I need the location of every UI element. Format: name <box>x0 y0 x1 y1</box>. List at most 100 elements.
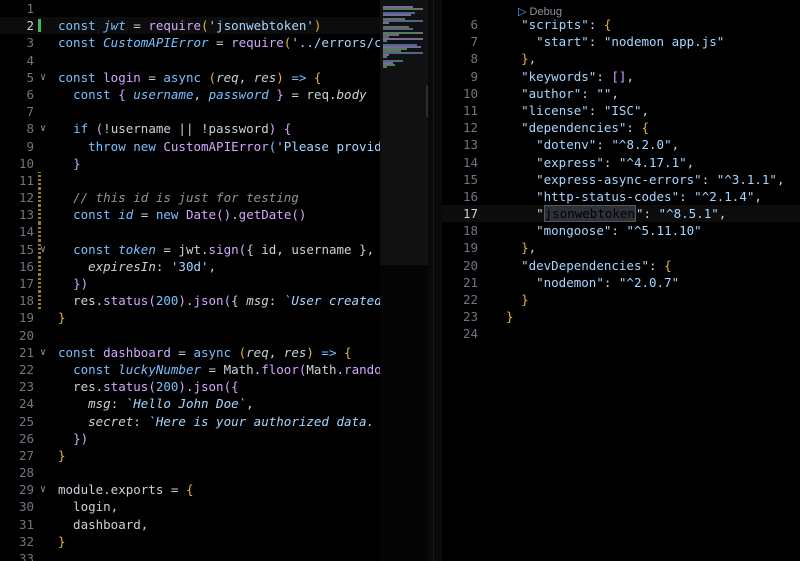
code-token: Math. <box>306 361 345 377</box>
code-token: ( <box>201 18 209 34</box>
code-token: ) <box>178 379 186 395</box>
code-line[interactable]: 14 "express": "^4.17.1", <box>442 154 800 171</box>
code-line[interactable]: 21 ∨ const dashboard = async (req, res) =>… <box>0 344 428 361</box>
code-token: "nodemon" <box>536 274 604 290</box>
code-line[interactable]: 32} <box>0 533 428 550</box>
code-line[interactable]: 27} <box>0 447 428 464</box>
code-line[interactable]: 18 "mongoose": "^5.11.10" <box>442 222 800 239</box>
code-line[interactable]: 30 login, <box>0 498 428 515</box>
code-line[interactable]: 14 <box>0 223 428 241</box>
fold-chevron-icon[interactable]: ∨ <box>40 344 46 361</box>
fold-chevron-icon[interactable]: ∨ <box>40 120 46 137</box>
line-number: 19 <box>18 310 34 326</box>
gutter-modified-marker <box>38 257 41 275</box>
code-line[interactable]: 8 }, <box>442 50 800 67</box>
left-code-area[interactable]: 1 2 const jwt = require('jsonwebtoken') 3 co… <box>0 0 428 561</box>
code-line[interactable]: 13 const id = new Date().getDate() <box>0 206 428 224</box>
code-token: CustomAPIError <box>163 138 269 154</box>
code-line[interactable]: 2 const jwt = require('jsonwebtoken') <box>0 17 428 35</box>
code-line[interactable]: 16 "http-status-codes": "^2.1.4", <box>442 188 800 205</box>
code-line[interactable]: 17 "jsonwebtoken": "^8.5.1", <box>442 205 800 223</box>
code-line[interactable]: 7 "start": "nodemon app.js" <box>442 33 800 50</box>
code-token: 'jsonwebtoken' <box>208 18 314 34</box>
code-line[interactable]: 13 "dotenv": "^8.2.0", <box>442 136 800 153</box>
code-line[interactable]: 28 <box>0 464 428 481</box>
code-token: ) <box>306 344 314 360</box>
code-line[interactable]: 15 "express-async-errors": "^3.1.1", <box>442 171 800 188</box>
line-number: 23 <box>18 379 34 395</box>
code-line[interactable]: 18 res.status(200).json({ msg: `User cre… <box>0 292 428 310</box>
code-line[interactable]: 10 } <box>0 155 428 172</box>
code-line[interactable]: 24 <box>442 325 800 342</box>
code-token: , <box>246 396 254 412</box>
code-token: : <box>133 413 149 429</box>
line-number: 8 <box>26 121 34 137</box>
left-editor-pane[interactable]: 1 2 const jwt = require('jsonwebtoken') 3 co… <box>0 0 428 561</box>
code-token: status <box>103 293 149 309</box>
code-line[interactable]: 29 ∨ module.exports = { <box>0 481 428 498</box>
fold-chevron-icon[interactable]: ∨ <box>40 69 46 86</box>
code-line[interactable]: 26 }) <box>0 430 428 447</box>
code-token: ) <box>313 18 322 34</box>
right-code-area[interactable]: 6 "scripts": {7 "start": "nodemon app.js… <box>442 16 800 343</box>
right-editor-pane[interactable]: ▷ Debug 6 "scripts": {7 "start": "nodemo… <box>442 0 800 561</box>
code-token: () <box>216 207 232 223</box>
code-line[interactable]: 3 const CustomAPIError = require('../erro… <box>0 34 428 51</box>
code-line[interactable]: 4 <box>0 52 428 69</box>
code-line[interactable]: 22 const luckyNumber = Math.floor(Math.r… <box>0 361 428 378</box>
code-line[interactable]: 23} <box>442 308 800 325</box>
code-token: 200 <box>155 379 179 395</box>
code-line[interactable]: 12 "dependencies": { <box>442 119 800 136</box>
code-line[interactable]: 33 <box>0 550 428 561</box>
fold-chevron-icon[interactable]: ∨ <box>40 481 46 498</box>
code-token: username <box>133 86 194 102</box>
code-line[interactable]: 17 }) <box>0 275 428 293</box>
code-line[interactable]: 6 const { username, password } = req.bod… <box>0 86 428 103</box>
code-line[interactable]: 9 "keywords": [], <box>442 68 800 85</box>
code-line[interactable]: 31 dashboard, <box>0 516 428 533</box>
code-token: const <box>58 69 104 85</box>
code-line[interactable]: 23 res.status(200).json({ <box>0 378 428 395</box>
code-line[interactable]: 1 <box>0 0 428 17</box>
code-line[interactable]: 16 expiresIn: '30d', <box>0 257 428 275</box>
code-line[interactable]: 11 <box>0 171 428 190</box>
code-line[interactable]: 9 throw new CustomAPIError('Please provi… <box>0 138 428 155</box>
code-line[interactable]: 10 "author": "", <box>442 85 800 102</box>
line-number: 18 <box>462 223 478 239</box>
code-line[interactable]: 22 } <box>442 291 800 308</box>
code-line[interactable]: 21 "nodemon": "^2.0.7" <box>442 274 800 291</box>
code-line[interactable]: 6 "scripts": { <box>442 16 800 33</box>
code-line[interactable]: 19} <box>0 309 428 326</box>
code-line[interactable]: 7 <box>0 103 428 120</box>
code-line[interactable]: 8 ∨ if (!username || !password) { <box>0 120 428 137</box>
code-line[interactable]: 5 ∨ const login = async (req, res) => { <box>0 69 428 86</box>
line-number: 14 <box>18 224 34 240</box>
code-line[interactable]: 24 msg: `Hello John Doe`, <box>0 395 428 412</box>
code-token: "^8.5.1" <box>658 206 719 222</box>
code-token: msg <box>88 396 111 412</box>
code-token: sign <box>208 241 239 257</box>
code-line[interactable]: 19 }, <box>442 239 800 256</box>
line-number: 10 <box>18 155 34 171</box>
minimap-line <box>383 20 423 22</box>
code-line[interactable]: 20 "devDependencies": { <box>442 257 800 274</box>
code-line[interactable]: 12 // this id is just for testing <box>0 189 428 207</box>
minimap[interactable] <box>380 0 428 561</box>
code-line[interactable]: 25 secret: `Here is your authorized data… <box>0 413 428 430</box>
code-line[interactable]: 15 ∨ const token = jwt.sign({ id, usernam… <box>0 240 428 258</box>
code-line[interactable]: 11 "license": "ISC", <box>442 102 800 119</box>
code-token: json <box>193 379 224 395</box>
editor-split-sash[interactable] <box>428 0 442 561</box>
code-token: , <box>776 171 785 187</box>
gutter-modified-marker <box>38 292 41 310</box>
code-token: require <box>148 18 201 34</box>
code-line[interactable]: 20 <box>0 327 428 344</box>
